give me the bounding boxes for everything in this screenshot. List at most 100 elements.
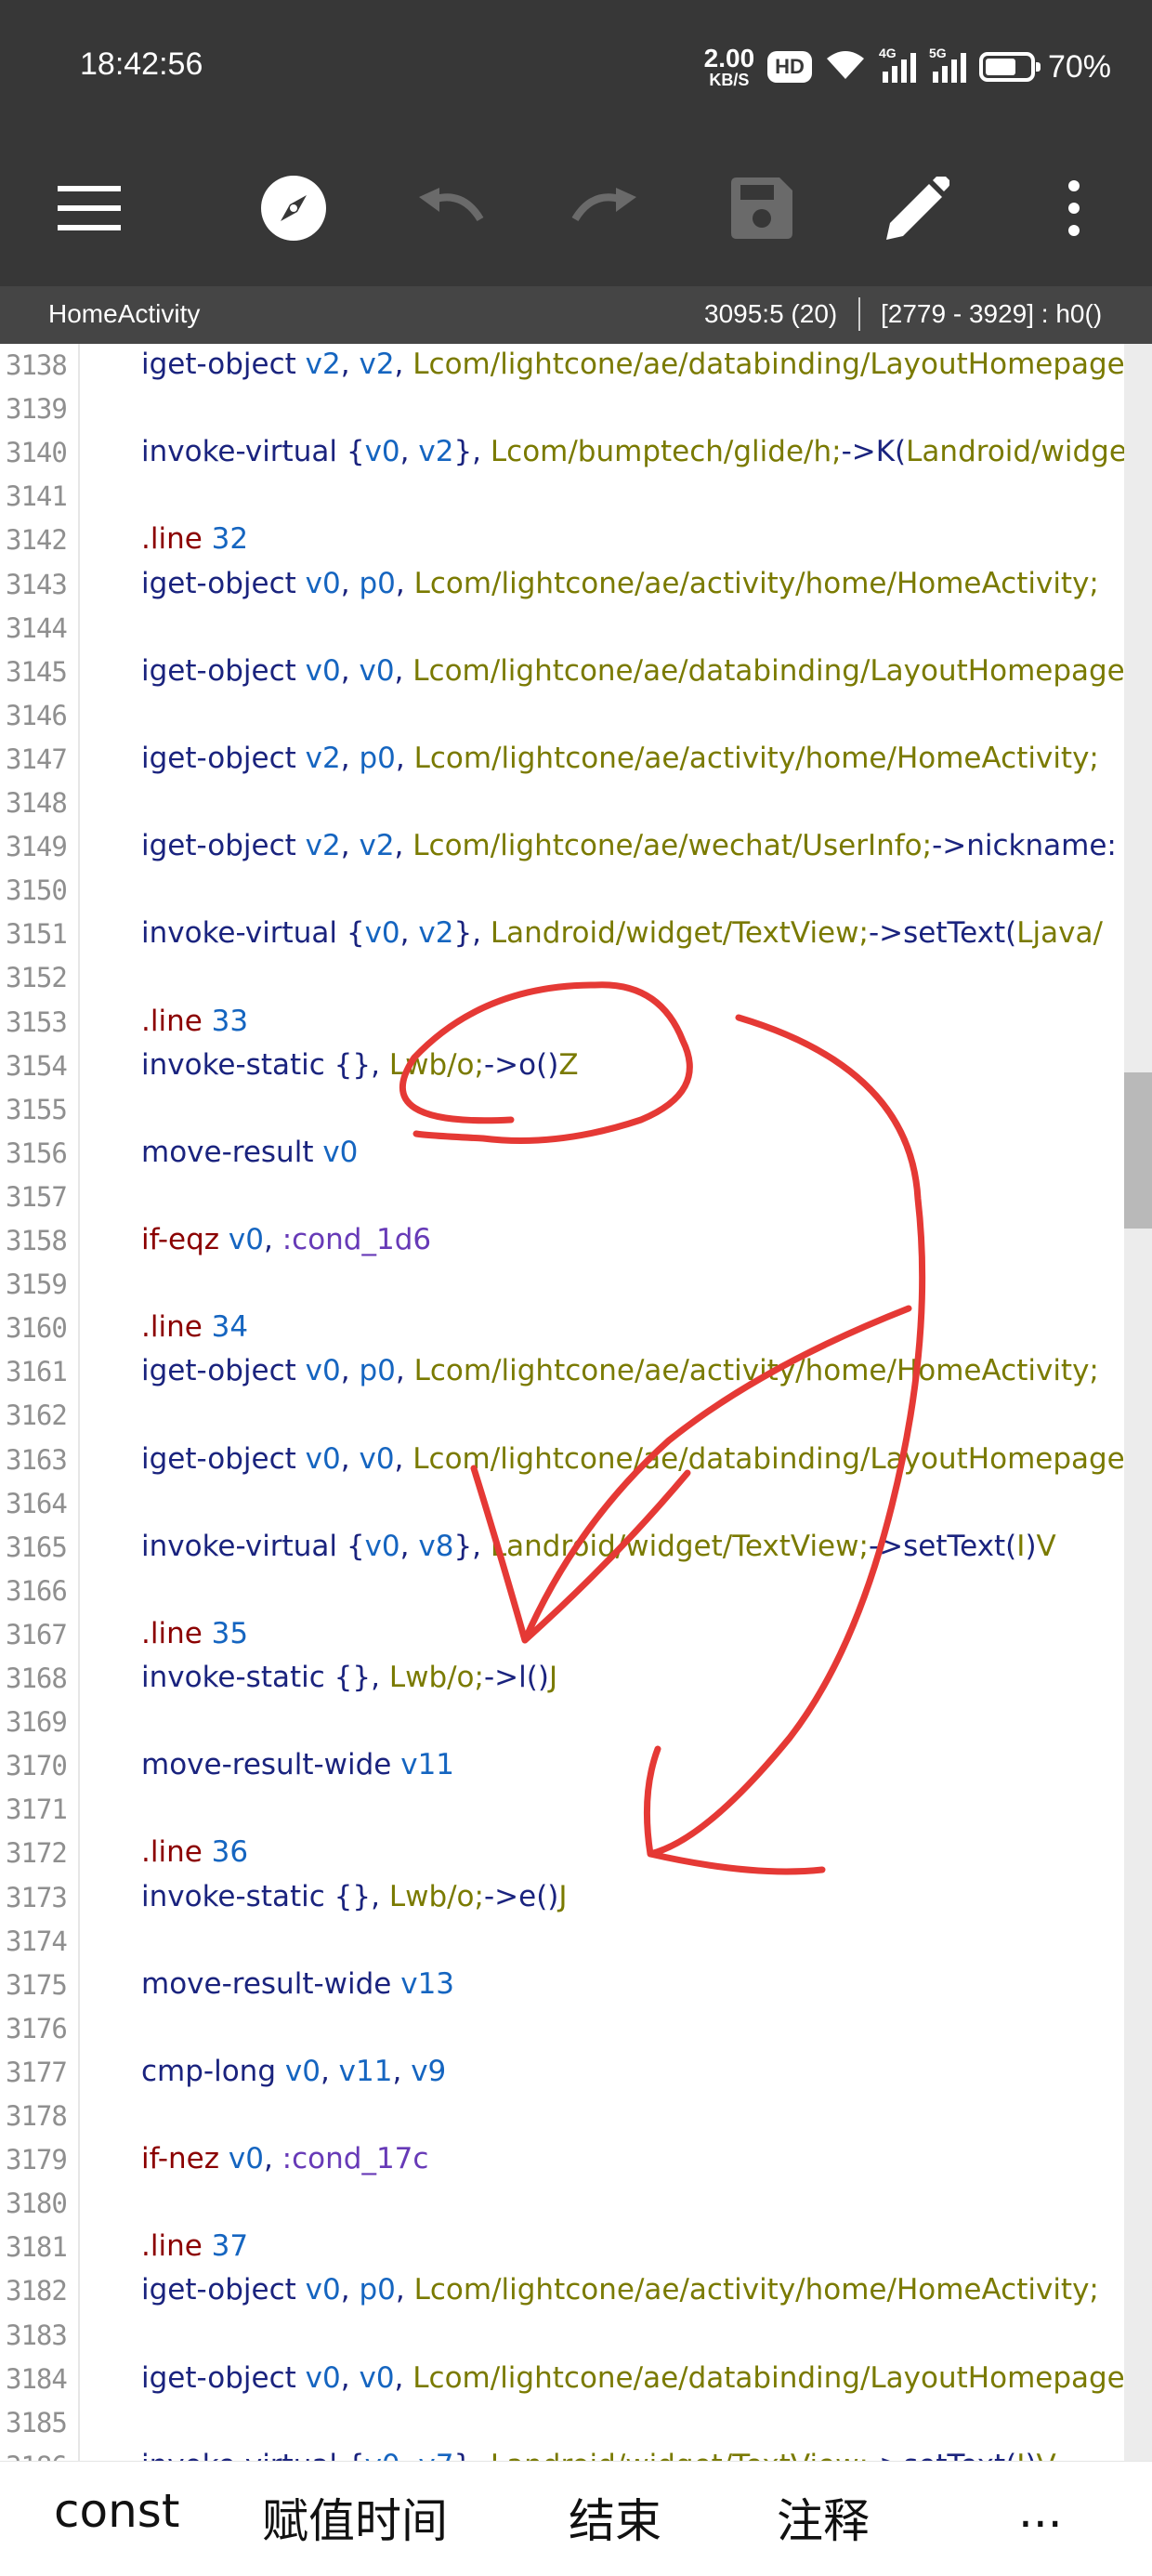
code-token: Lcom/bumptech/glide/h; xyxy=(490,435,842,469)
code-token: iget-object xyxy=(141,741,306,775)
save-button[interactable] xyxy=(725,171,799,245)
shortcut-const[interactable]: const xyxy=(54,2484,179,2538)
code-line[interactable]: 3149 iget-object v2, v2, Lcom/lightcone/a… xyxy=(0,827,1152,871)
code-line[interactable]: 3138 iget-object v2, v2, Lcom/lightcone/a… xyxy=(0,346,1152,389)
code-line[interactable]: 3182 iget-object v0, p0, Lcom/lightcone/a… xyxy=(0,2271,1152,2315)
code-line[interactable]: 3164 xyxy=(0,1484,1152,1528)
code-token: 33 xyxy=(211,1004,249,1038)
code-token: Ljava/ xyxy=(1016,916,1103,951)
code-token: move-result-wide xyxy=(141,1748,401,1782)
line-number: 3150 xyxy=(6,874,68,907)
shortcut-assign-time[interactable]: 赋值时间 xyxy=(262,2484,448,2551)
code-line[interactable]: 3148 xyxy=(0,783,1152,827)
code-token: Lcom/lightcone/ae/activity/home/HomeActi… xyxy=(413,2273,1099,2307)
code-line[interactable]: 3165 invoke-virtual {v0, v8}, Landroid/wi… xyxy=(0,1528,1152,1571)
undo-button[interactable] xyxy=(412,171,487,245)
scrollbar-thumb[interactable] xyxy=(1124,1072,1152,1229)
code-line[interactable]: 3162 xyxy=(0,1396,1152,1439)
code-line[interactable]: 3172 .line 36 xyxy=(0,1833,1152,1877)
code-line[interactable]: 3185 xyxy=(0,2403,1152,2447)
signal-5g-tag: 5G xyxy=(928,46,947,60)
code-line[interactable]: 3145 iget-object v0, v0, Lcom/lightcone/a… xyxy=(0,652,1152,696)
code-token: 34 xyxy=(211,1310,249,1345)
code-line[interactable]: 3141 xyxy=(0,477,1152,520)
code-line[interactable]: 3178 xyxy=(0,2096,1152,2140)
code-line[interactable]: 3142 .line 32 xyxy=(0,520,1152,564)
code-text: iget-object v0, p0, Lcom/lightcone/ae/ac… xyxy=(141,567,1099,600)
code-line[interactable]: 3163 iget-object v0, v0, Lcom/lightcone/a… xyxy=(0,1440,1152,1484)
code-line[interactable]: 3171 xyxy=(0,1790,1152,1833)
code-token: Landroid/widget/TextView; xyxy=(490,1529,869,1563)
code-line[interactable]: 3158 if-eqz v0, :cond_1d6 xyxy=(0,1221,1152,1265)
menu-button[interactable] xyxy=(52,171,126,245)
code-line[interactable]: 3179 if-nez v0, :cond_17c xyxy=(0,2140,1152,2184)
code-token: , xyxy=(394,1441,413,1476)
code-line[interactable]: 3140 invoke-virtual {v0, v2}, Lcom/bumpte… xyxy=(0,433,1152,477)
code-line[interactable]: 3159 xyxy=(0,1265,1152,1308)
save-icon xyxy=(731,177,792,239)
line-number: 3158 xyxy=(6,1225,68,1256)
code-token: , xyxy=(340,653,360,688)
code-token: v2 xyxy=(305,829,341,863)
line-number: 3178 xyxy=(6,2100,68,2132)
code-line[interactable]: 3160 .line 34 xyxy=(0,1308,1152,1352)
vertical-scrollbar[interactable] xyxy=(1124,344,1152,2461)
code-line[interactable]: 3157 xyxy=(0,1177,1152,1221)
code-token: }, xyxy=(453,435,491,469)
line-number: 3174 xyxy=(6,1925,68,1957)
code-line[interactable]: 3177 cmp-long v0, v11, v9 xyxy=(0,2053,1152,2096)
code-line[interactable]: 3147 iget-object v2, p0, Lcom/lightcone/a… xyxy=(0,740,1152,783)
code-line[interactable]: 3154 invoke-static {}, Lwb/o;->o()Z xyxy=(0,1046,1152,1090)
network-speed-unit: KB/S xyxy=(709,71,750,89)
redo-button[interactable] xyxy=(569,171,643,245)
code-token: , xyxy=(394,653,413,688)
code-line[interactable]: 3181 .line 37 xyxy=(0,2228,1152,2271)
code-line[interactable]: 3152 xyxy=(0,958,1152,1002)
code-text: .line 37 xyxy=(141,2229,248,2263)
line-number: 3170 xyxy=(6,1750,68,1782)
code-line[interactable]: 3176 xyxy=(0,2009,1152,2053)
code-line[interactable]: 3143 iget-object v0, p0, Lcom/lightcone/a… xyxy=(0,565,1152,609)
code-token: , xyxy=(263,2142,282,2176)
code-text: .line 32 xyxy=(141,522,248,556)
code-token: , xyxy=(395,2273,414,2307)
navigate-button[interactable] xyxy=(256,171,331,245)
code-line[interactable]: 3155 xyxy=(0,1090,1152,1134)
code-line[interactable]: 3169 xyxy=(0,1702,1152,1746)
code-line[interactable]: 3166 xyxy=(0,1571,1152,1615)
code-line[interactable]: 3167 .line 35 xyxy=(0,1615,1152,1659)
code-line[interactable]: 3156 move-result v0 xyxy=(0,1134,1152,1177)
code-line[interactable]: 3161 iget-object v0, p0, Lcom/lightcone/a… xyxy=(0,1352,1152,1396)
code-line[interactable]: 3186 invoke-virtual {v0, v7}, Landroid/wi… xyxy=(0,2447,1152,2461)
code-line[interactable]: 3173 invoke-static {}, Lwb/o;->e()J xyxy=(0,1878,1152,1922)
more-options-button[interactable] xyxy=(1037,171,1111,245)
code-token: v0 xyxy=(228,1223,264,1256)
code-line[interactable]: 3150 xyxy=(0,871,1152,914)
code-line[interactable]: 3153 .line 33 xyxy=(0,1003,1152,1046)
code-token: v0 xyxy=(364,435,400,469)
code-line[interactable]: 3184 iget-object v0, v0, Lcom/lightcone/a… xyxy=(0,2359,1152,2403)
code-line[interactable]: 3151 invoke-virtual {v0, v2}, Landroid/wi… xyxy=(0,914,1152,958)
code-text: move-result v0 xyxy=(141,1136,358,1169)
code-line[interactable]: 3175 move-result-wide v13 xyxy=(0,1965,1152,2009)
shortcut-more[interactable]: ... xyxy=(1018,2484,1063,2538)
code-editor[interactable]: 3138 iget-object v2, v2, Lcom/lightcone/a… xyxy=(0,344,1152,2461)
code-token: .line xyxy=(141,1310,212,1345)
code-token: v2 xyxy=(359,829,395,863)
line-number: 3138 xyxy=(6,349,68,381)
code-line[interactable]: 3174 xyxy=(0,1922,1152,1965)
code-line[interactable]: 3170 move-result-wide v11 xyxy=(0,1746,1152,1790)
network-speed-value: 2.00 xyxy=(703,44,755,72)
network-speed: 2.00 KB/S xyxy=(703,44,755,89)
code-line[interactable]: 3168 invoke-static {}, Lwb/o;->l()J xyxy=(0,1659,1152,1702)
code-line[interactable]: 3144 xyxy=(0,609,1152,652)
info-divider xyxy=(858,297,860,331)
shortcut-end[interactable]: 结束 xyxy=(569,2484,661,2551)
code-line[interactable]: 3146 xyxy=(0,696,1152,740)
shortcut-comment[interactable]: 注释 xyxy=(777,2484,870,2551)
code-line[interactable]: 3139 xyxy=(0,389,1152,433)
code-line[interactable]: 3183 xyxy=(0,2316,1152,2359)
edit-button[interactable] xyxy=(881,171,955,245)
code-line[interactable]: 3180 xyxy=(0,2184,1152,2228)
line-number: 3152 xyxy=(6,962,68,994)
